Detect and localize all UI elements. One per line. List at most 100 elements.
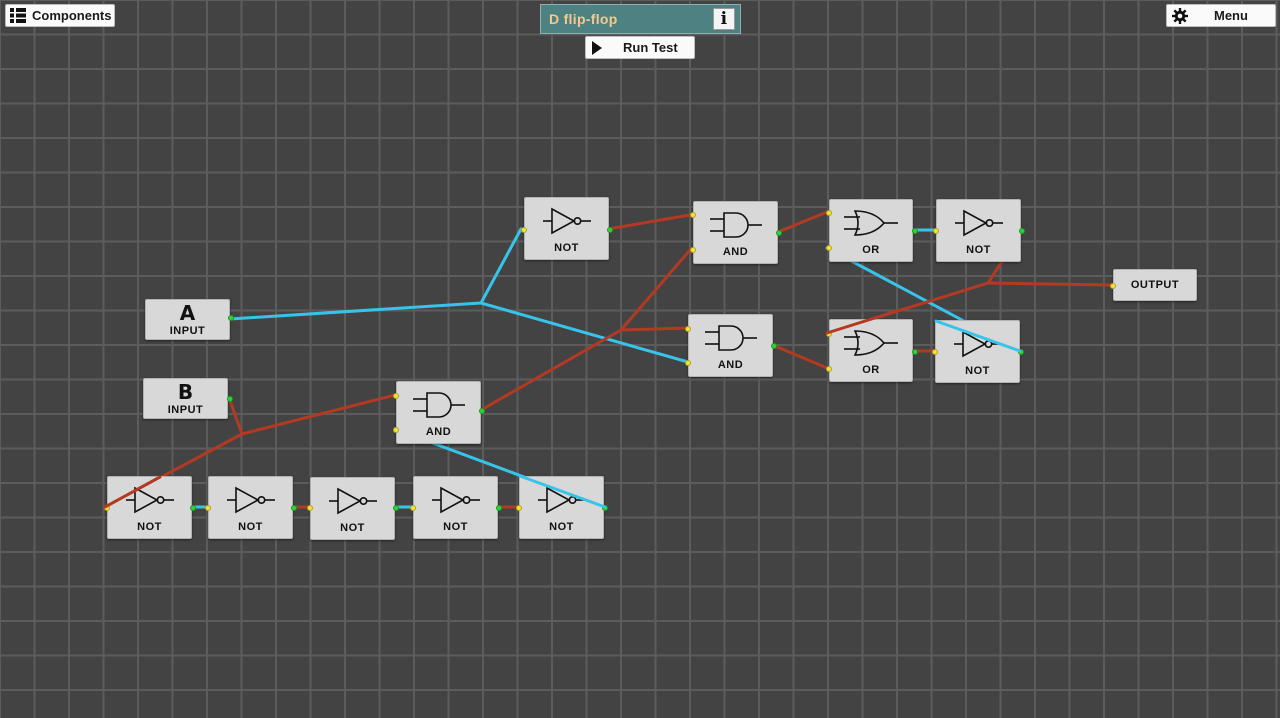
gate-label: NOT [137, 521, 162, 533]
output-pin[interactable] [912, 349, 918, 355]
output-pin[interactable] [912, 228, 918, 234]
input-pin[interactable] [826, 245, 832, 251]
info-icon[interactable]: i [713, 8, 735, 30]
output-pin[interactable] [291, 505, 297, 511]
level-title-bar: D flip-flop i [540, 4, 741, 34]
output-pin[interactable] [602, 505, 608, 511]
input-pin[interactable] [826, 210, 832, 216]
or-gate-icon [844, 210, 898, 236]
input-pin[interactable] [521, 227, 527, 233]
not-gate[interactable]: NOT [307, 477, 399, 540]
run-test-button[interactable]: Run Test [585, 36, 695, 59]
wire[interactable] [776, 210, 829, 234]
input-pin[interactable] [1110, 283, 1116, 289]
components-button[interactable]: Components [5, 4, 115, 27]
output-node[interactable]: OUTPUT [1110, 269, 1197, 301]
not-gate-icon [431, 486, 480, 514]
and-gate[interactable]: AND [685, 314, 777, 377]
components-label: Components [32, 8, 112, 23]
not-gate-icon [537, 486, 586, 514]
input-pin[interactable] [104, 505, 110, 511]
run-test-label: Run Test [623, 40, 678, 55]
gate-label: NOT [340, 522, 365, 534]
input-pin[interactable] [685, 326, 691, 332]
gear-icon [1172, 7, 1188, 24]
wire[interactable] [479, 227, 523, 305]
output-label: OUTPUT [1130, 279, 1180, 291]
not-gate-icon [954, 209, 1003, 237]
input-pin[interactable] [205, 505, 211, 511]
input-pin[interactable] [690, 247, 696, 253]
or-gate-icon [844, 330, 898, 356]
gate-label: OR [862, 244, 880, 256]
input-a-letter: A [179, 301, 196, 325]
output-pin[interactable] [393, 505, 399, 511]
gate-label: NOT [965, 365, 990, 377]
gate-label: AND [717, 359, 744, 371]
output-pin[interactable] [771, 343, 777, 349]
wire[interactable] [227, 396, 244, 436]
wire[interactable] [619, 326, 690, 332]
gate-label: OR [862, 364, 880, 376]
output-pin[interactable] [1018, 349, 1024, 355]
output-pin[interactable] [228, 315, 234, 321]
not-gate-icon [542, 207, 591, 235]
play-icon [592, 40, 602, 55]
not-gate[interactable]: NOT [104, 476, 196, 539]
input-pin[interactable] [516, 505, 522, 511]
input-pin[interactable] [933, 228, 939, 234]
not-gate[interactable]: NOT [521, 197, 613, 260]
wire[interactable] [228, 301, 483, 321]
input-pin[interactable] [932, 349, 938, 355]
or-gate[interactable]: OR [826, 199, 918, 262]
menu-button[interactable]: Menu [1166, 4, 1276, 27]
level-title: D flip-flop [549, 11, 618, 27]
not-gate[interactable]: NOT [205, 476, 297, 539]
input-b-label: INPUT [167, 404, 204, 416]
and-gate[interactable]: AND [393, 381, 485, 444]
output-pin[interactable] [1019, 228, 1025, 234]
wire[interactable] [479, 301, 690, 364]
input-pin[interactable] [393, 427, 399, 433]
not-gate-icon [226, 486, 275, 514]
not-gate[interactable]: NOT [516, 476, 608, 539]
output-pin[interactable] [479, 408, 485, 414]
output-pin[interactable] [190, 505, 196, 511]
output-pin[interactable] [496, 505, 502, 511]
input-pin[interactable] [393, 393, 399, 399]
not-gate-icon [953, 330, 1002, 358]
wire[interactable] [773, 344, 829, 370]
not-gate[interactable]: NOT [932, 320, 1024, 383]
gate-label: AND [425, 426, 452, 438]
gate-label: NOT [966, 244, 991, 256]
gate-label: NOT [549, 521, 574, 533]
output-pin[interactable] [607, 227, 613, 233]
output-pin[interactable] [227, 396, 233, 402]
list-icon [10, 8, 26, 23]
input-pin[interactable] [410, 505, 416, 511]
not-gate[interactable]: NOT [933, 199, 1025, 262]
input-pin[interactable] [685, 360, 691, 366]
not-gate[interactable]: NOT [410, 476, 502, 539]
or-gate[interactable]: OR [826, 319, 918, 382]
input-pin[interactable] [690, 212, 696, 218]
wire[interactable] [479, 328, 623, 412]
input-a-label: INPUT [169, 325, 206, 337]
not-gate-icon [125, 486, 174, 514]
wire[interactable] [986, 281, 1113, 287]
and-gate-icon [412, 392, 465, 418]
wire[interactable] [240, 393, 397, 436]
input-a[interactable]: A INPUT [145, 299, 234, 340]
wire[interactable] [606, 213, 692, 231]
wire[interactable] [619, 248, 692, 332]
gate-label: NOT [443, 521, 468, 533]
output-pin[interactable] [776, 230, 782, 236]
and-gate[interactable]: AND [690, 201, 782, 264]
input-pin[interactable] [826, 366, 832, 372]
menu-label: Menu [1214, 8, 1248, 23]
gate-label: NOT [554, 242, 579, 254]
input-pin[interactable] [307, 505, 313, 511]
and-gate-icon [709, 212, 762, 238]
input-b[interactable]: B INPUT [143, 378, 233, 419]
input-pin[interactable] [826, 331, 832, 337]
